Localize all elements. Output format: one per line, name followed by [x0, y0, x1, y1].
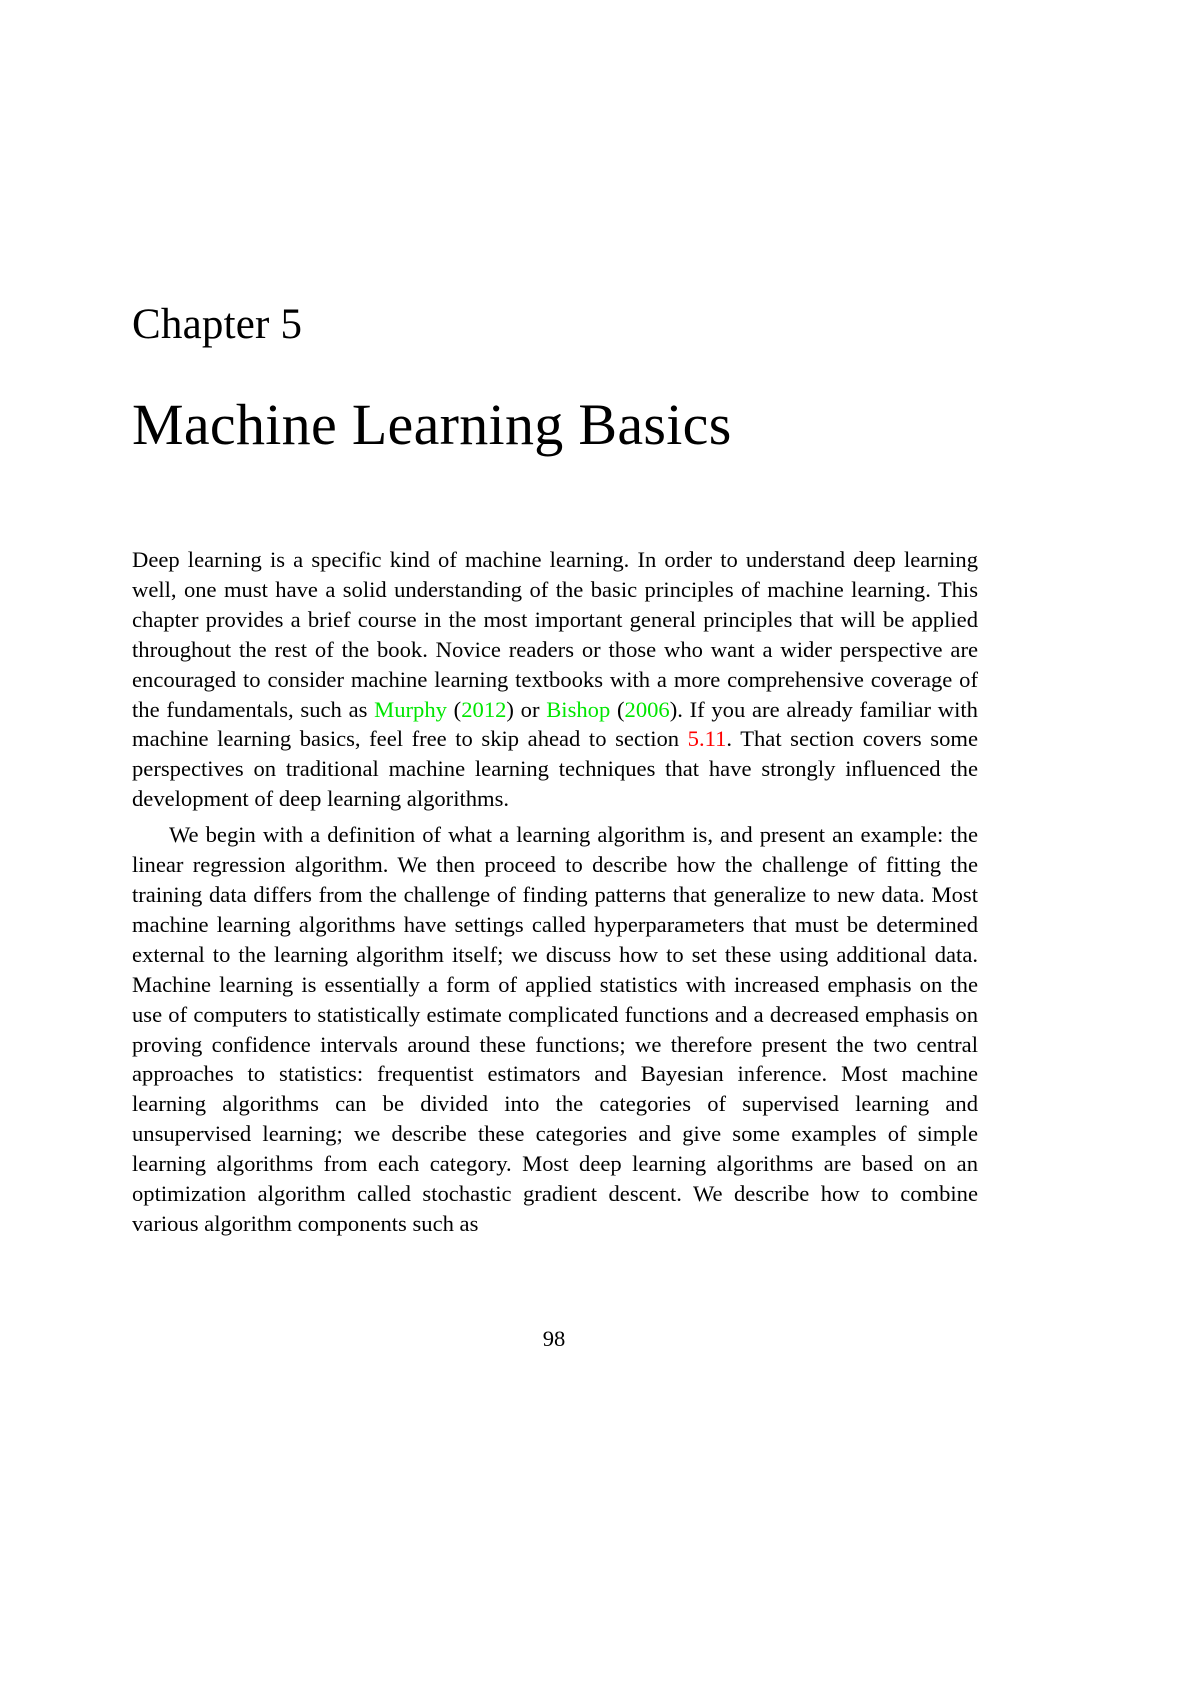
body-text: Deep learning is a specific kind of mach…: [132, 545, 978, 1239]
chapter-title: Machine Learning Basics: [132, 392, 732, 457]
citation-link-murphy-year[interactable]: 2012: [461, 697, 506, 722]
section-reference-link[interactable]: 5.11: [688, 726, 727, 751]
text-run: (: [610, 696, 625, 722]
paragraph-overview: We begin with a definition of what a lea…: [132, 820, 978, 1239]
text-run: (: [446, 696, 462, 722]
citation-link-murphy[interactable]: Murphy: [374, 697, 447, 722]
chapter-label: Chapter 5: [132, 301, 303, 348]
paragraph-intro: Deep learning is a specific kind of mach…: [132, 545, 978, 814]
page-number: 98: [542, 1326, 566, 1351]
citation-link-bishop-year[interactable]: 2006: [625, 697, 670, 722]
text-run: ) or: [506, 696, 547, 722]
document-page: Chapter 5 Machine Learning Basics Deep l…: [0, 0, 1190, 1684]
text-run: We begin with a definition of what a lea…: [132, 822, 978, 1236]
citation-link-bishop[interactable]: Bishop: [546, 697, 610, 722]
text-run: Deep learning is a specific kind of mach…: [132, 547, 978, 722]
